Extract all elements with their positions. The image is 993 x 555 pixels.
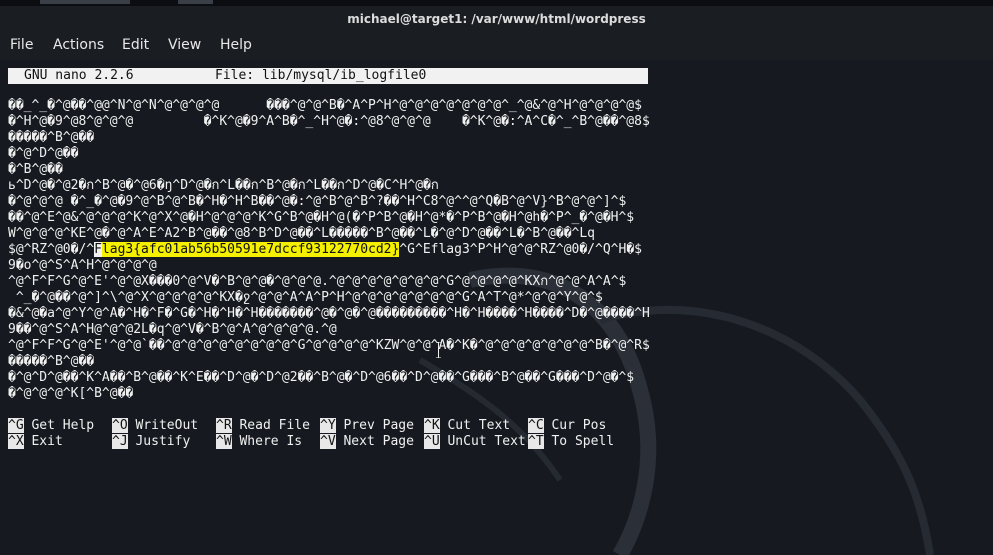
shortcut-get-help[interactable]: ^G Get Help [8,418,94,434]
shortcut-justify[interactable]: ^J Justify [112,434,190,450]
shortcut-label: To Spell [551,434,615,449]
editor-line: ь^D^@�^@2�ก^B^@�^@6�ŋ^D^@�ก^L��ก^B^@�ก^L… [8,178,439,193]
taskbar-tab[interactable] [178,0,213,4]
shortcut-label: Read File [239,418,310,433]
editor-line: �����^B^@�� [8,130,95,145]
shortcut-key: ^C [528,418,544,433]
shortcut-cur-pos[interactable]: ^C Cur Pos [528,418,606,434]
shortcut-label: WriteOut [135,418,199,433]
editor-flag-line: $@^RZ^@0�/^Flag3{afc01ab56b50591e7dccf93… [8,242,988,258]
shortcut-where-is[interactable]: ^W Where Is [216,434,302,450]
editor-line: ^@^F^F^G^@^E'^@^@`��^@^@^@^@^@^@^@^@^G^@… [8,338,650,353]
shortcut-key: ^J [112,434,128,449]
editor-line: �^@^D^@��^K^A��^B^@��^K^E��^D^@�^D^@2��^… [8,370,635,385]
menu-view[interactable]: View [168,37,201,53]
editor-line: ^@^F^F^G^@^E'^@^@X���0^@^V�^B^@^@�^@^@^@… [8,274,627,289]
menu-bar: File Actions Edit View Help [0,32,993,60]
shortcut-key: ^K [424,418,440,433]
shortcut-label: Prev Page [343,418,414,433]
terminal-area[interactable]: GNU nano 2.2.6 File: lib/mysql/ib_logfil… [0,60,993,555]
shortcut-to-spell[interactable]: ^T To Spell [528,434,614,450]
menu-actions[interactable]: Actions [53,37,104,53]
editor-line: �^@^D^@�� [8,146,79,161]
shortcut-key: ^T [528,434,544,449]
editor-line: W^@^@^@^KE^@�^@^A^E^A2^B^@��^@8^B^D^@��^… [8,226,595,241]
shortcut-label: Get Help [31,418,95,433]
nano-header-bar: GNU nano 2.2.6 File: lib/mysql/ib_logfil… [8,68,648,84]
menu-help[interactable]: Help [220,37,252,53]
shortcut-key: ^G [8,418,24,433]
editor-line: ��_^_�^@��^@@^N^@^N^@^@^@^@ ���^@^@^B�^A… [8,98,642,113]
shortcut-writeout[interactable]: ^O WriteOut [112,418,198,434]
editor-line: �&^@�a^@^Y^@^A�^H�^F�^G�^H�^H�^H�������^… [8,306,650,321]
shortcut-key: ^V [320,434,336,449]
shortcut-label: Next Page [343,434,414,449]
text-cursor-icon [436,342,441,358]
shortcut-read-file[interactable]: ^R Read File [216,418,310,434]
editor-line: �^@^@^@^K[^B^@�� [8,386,134,401]
shortcut-key: ^W [216,434,232,449]
editor-line: �����^B^@�� [8,354,95,369]
shortcut-key: ^R [216,418,232,433]
editor-line: ��^@^E^@&^@^@^@^K^@^X^@�H^@^@^@^K^G^B^@�… [8,210,635,225]
shortcut-cut-text[interactable]: ^K Cut Text [424,418,510,434]
taskbar-tab[interactable] [40,0,130,4]
shortcut-key: ^U [424,434,440,449]
shortcut-label: Cur Pos [551,418,607,433]
shortcut-key: ^Y [320,418,336,433]
shortcut-prev-page[interactable]: ^Y Prev Page [320,418,414,434]
shortcut-label: UnCut Text [447,434,526,449]
flag-line-suffix: ^G^Eflag3^P^H^@^@^RZ^@0�/^Q^H�$ [399,242,642,257]
flag-line-prefix: $@^RZ^@0�/^ [8,242,95,257]
editor-line: ^_�^@��^@^]^\^@^X^@^@^@^@^KX�ջ^@^@^A^A^P… [8,290,603,305]
flag-value: lag3{afc01ab56b50591e7dccf93122770cd2} [101,242,400,257]
menu-edit[interactable]: Edit [122,37,149,53]
nano-filename: File: lib/mysql/ib_logfile0 [215,68,427,83]
shortcut-next-page[interactable]: ^V Next Page [320,434,414,450]
editor-content[interactable]: ��_^_�^@��^@@^N^@^N^@^@^@^@ ���^@^@^B�^A… [8,98,988,402]
shortcut-label: Justify [135,434,191,449]
editor-line: 9�o^@^S^A^H^@^@^@^@ [8,258,157,273]
shortcut-exit[interactable]: ^X Exit [8,434,63,450]
shortcut-label: Cut Text [447,418,511,433]
shortcut-label: Exit [31,434,63,449]
nano-version: GNU nano 2.2.6 [24,68,134,83]
editor-line: �^@^@^@ �^_�^@�9^@^B^@^B�^H�^H^B��^@�:^@… [8,194,627,209]
window-title: michael@target1: /var/www/html/wordpress [0,6,993,32]
flag-cursor-char: F [94,242,102,257]
shortcut-key: ^X [8,434,24,449]
editor-line: �^H^@�9^@8^@^@^@ �^K^@�9^A^B�^_^H^@�:^@8… [8,114,650,129]
editor-line: 9��^@^S^A^H@^@^@2L�q^@^V�^B^@^A^@^@^@^@.… [8,322,337,337]
shortcut-label: Where Is [239,434,303,449]
editor-line: �^B^@�� [8,162,63,177]
shortcut-key: ^O [112,418,128,433]
menu-file[interactable]: File [10,37,33,53]
shortcut-uncut-text[interactable]: ^U UnCut Text [424,434,526,450]
